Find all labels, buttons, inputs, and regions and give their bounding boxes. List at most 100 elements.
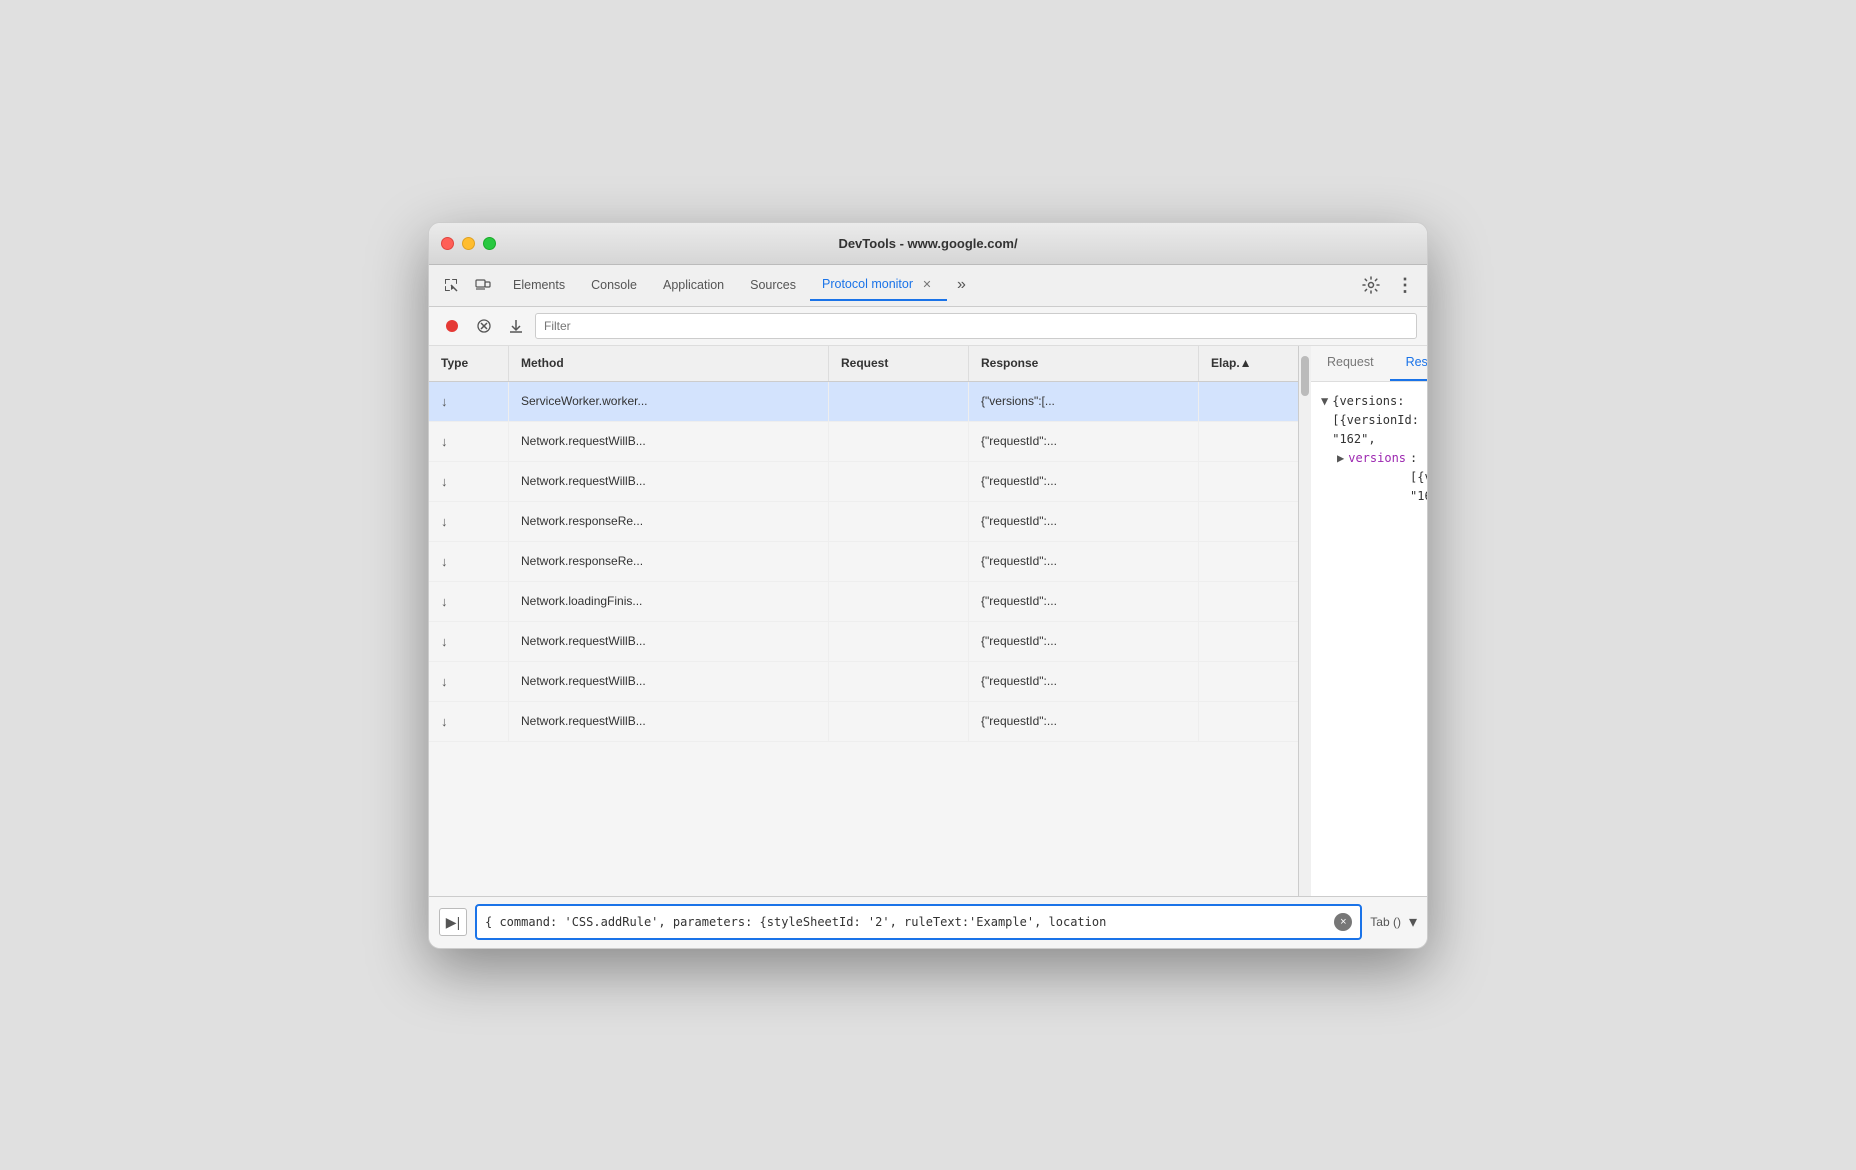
table-header: Type Method Request Response Elap.▲ xyxy=(429,346,1298,382)
header-elapsed: Elap.▲ xyxy=(1199,346,1299,381)
cell-method: Network.loadingFinis... xyxy=(509,582,829,621)
cell-response: {"versions":[... xyxy=(969,382,1199,421)
cell-type: ↓ xyxy=(429,622,509,661)
action-bar xyxy=(429,307,1427,346)
cell-method: ServiceWorker.worker... xyxy=(509,382,829,421)
cell-response: {"requestId":... xyxy=(969,582,1199,621)
header-type: Type xyxy=(429,346,509,381)
devtools-window: DevTools - www.google.com/ xyxy=(428,222,1428,949)
dropdown-button[interactable]: ▾ xyxy=(1409,912,1417,932)
more-options-button[interactable]: ⋮ xyxy=(1391,271,1419,299)
cell-response: {"requestId":... xyxy=(969,502,1199,541)
cell-response: {"requestId":... xyxy=(969,702,1199,741)
cell-method: Network.requestWillB... xyxy=(509,662,829,701)
header-method: Method xyxy=(509,346,829,381)
download-button[interactable] xyxy=(503,313,529,339)
cell-request xyxy=(829,462,969,501)
tab-sources[interactable]: Sources xyxy=(738,269,808,301)
cell-request xyxy=(829,582,969,621)
select-element-icon[interactable] xyxy=(437,271,465,299)
window-title: DevTools - www.google.com/ xyxy=(838,236,1017,251)
collapse-triangle[interactable]: ▶ xyxy=(1337,449,1344,468)
filter-input[interactable] xyxy=(535,313,1417,339)
table-scrollbar[interactable] xyxy=(1299,346,1311,896)
table-body: ↓ ServiceWorker.worker... {"versions":[.… xyxy=(429,382,1298,896)
cell-elapsed xyxy=(1199,662,1298,701)
cell-method: Network.requestWillB... xyxy=(509,622,829,661)
json-line-1: ▼ {versions: [{versionId: "162", xyxy=(1321,392,1417,450)
cell-method: Network.responseRe... xyxy=(509,542,829,581)
cell-request xyxy=(829,422,969,461)
cell-elapsed xyxy=(1199,422,1298,461)
record-button[interactable] xyxy=(439,313,465,339)
cell-request xyxy=(829,622,969,661)
cell-method: Network.responseRe... xyxy=(509,502,829,541)
tab-protocol-monitor[interactable]: Protocol monitor ✕ xyxy=(810,269,947,301)
close-button[interactable] xyxy=(441,237,454,250)
command-clear-button[interactable]: × xyxy=(1334,913,1352,931)
table-row[interactable]: ↓ Network.requestWillB... {"requestId":.… xyxy=(429,662,1298,702)
minimize-button[interactable] xyxy=(462,237,475,250)
cell-elapsed xyxy=(1199,582,1298,621)
tab-request[interactable]: Request xyxy=(1311,346,1390,381)
cell-type: ↓ xyxy=(429,502,509,541)
cell-response: {"requestId":... xyxy=(969,542,1199,581)
expand-triangle[interactable]: ▼ xyxy=(1321,392,1328,411)
cell-elapsed xyxy=(1199,502,1298,541)
cell-elapsed xyxy=(1199,622,1298,661)
cell-response: {"requestId":... xyxy=(969,662,1199,701)
cell-request xyxy=(829,502,969,541)
device-toggle-icon[interactable] xyxy=(469,271,497,299)
cell-type: ↓ xyxy=(429,542,509,581)
cell-request xyxy=(829,702,969,741)
more-tabs-button[interactable]: » xyxy=(949,272,974,298)
tab-hint: Tab () xyxy=(1370,915,1401,929)
table-row[interactable]: ↓ Network.requestWillB... {"requestId":.… xyxy=(429,462,1298,502)
cell-type: ↓ xyxy=(429,422,509,461)
table-row[interactable]: ↓ Network.loadingFinis... {"requestId":.… xyxy=(429,582,1298,622)
tab-application[interactable]: Application xyxy=(651,269,736,301)
json-line-2: ▶ versions : [{versionId: "162 xyxy=(1321,449,1417,507)
response-content: ▼ {versions: [{versionId: "162", ▶ versi… xyxy=(1311,382,1427,896)
command-input-container: × xyxy=(475,904,1362,940)
cell-elapsed xyxy=(1199,542,1298,581)
table-row[interactable]: ↓ Network.responseRe... {"requestId":... xyxy=(429,502,1298,542)
command-input[interactable] xyxy=(485,915,1334,929)
tab-bar: Elements Console Application Sources Pro… xyxy=(429,265,1427,307)
cell-method: Network.requestWillB... xyxy=(509,462,829,501)
right-panel: Request Response ▼ {versions: [{versionI… xyxy=(1311,346,1427,896)
header-response: Response xyxy=(969,346,1199,381)
scrollbar-thumb[interactable] xyxy=(1301,356,1309,396)
table-row[interactable]: ↓ Network.responseRe... {"requestId":... xyxy=(429,542,1298,582)
main-content: Type Method Request Response Elap.▲ ↓ xyxy=(429,346,1427,896)
cell-type: ↓ xyxy=(429,702,509,741)
cell-elapsed xyxy=(1199,702,1298,741)
settings-button[interactable] xyxy=(1357,271,1385,299)
table-row[interactable]: ↓ Network.requestWillB... {"requestId":.… xyxy=(429,702,1298,742)
cell-type: ↓ xyxy=(429,462,509,501)
table-row[interactable]: ↓ ServiceWorker.worker... {"versions":[.… xyxy=(429,382,1298,422)
tab-response[interactable]: Response xyxy=(1390,346,1427,381)
cell-request xyxy=(829,542,969,581)
table-row[interactable]: ↓ Network.requestWillB... {"requestId":.… xyxy=(429,622,1298,662)
right-tab-bar: Request Response xyxy=(1311,346,1427,382)
tab-close-icon[interactable]: ✕ xyxy=(919,276,935,292)
cell-request xyxy=(829,382,969,421)
cell-elapsed xyxy=(1199,462,1298,501)
cell-type: ↓ xyxy=(429,382,509,421)
bottom-bar: ▶| × Tab () ▾ xyxy=(429,896,1427,948)
tab-console[interactable]: Console xyxy=(579,269,649,301)
cell-request xyxy=(829,662,969,701)
console-toggle-button[interactable]: ▶| xyxy=(439,908,467,936)
maximize-button[interactable] xyxy=(483,237,496,250)
main-tab-bar: Elements Console Application Sources Pro… xyxy=(501,269,1353,301)
cell-response: {"requestId":... xyxy=(969,462,1199,501)
traffic-lights xyxy=(441,237,496,250)
toolbar-right: ⋮ xyxy=(1357,271,1419,299)
cell-type: ↓ xyxy=(429,662,509,701)
tab-elements[interactable]: Elements xyxy=(501,269,577,301)
cell-elapsed xyxy=(1199,382,1298,421)
clear-button[interactable] xyxy=(471,313,497,339)
table-row[interactable]: ↓ Network.requestWillB... {"requestId":.… xyxy=(429,422,1298,462)
left-panel: Type Method Request Response Elap.▲ ↓ xyxy=(429,346,1299,896)
